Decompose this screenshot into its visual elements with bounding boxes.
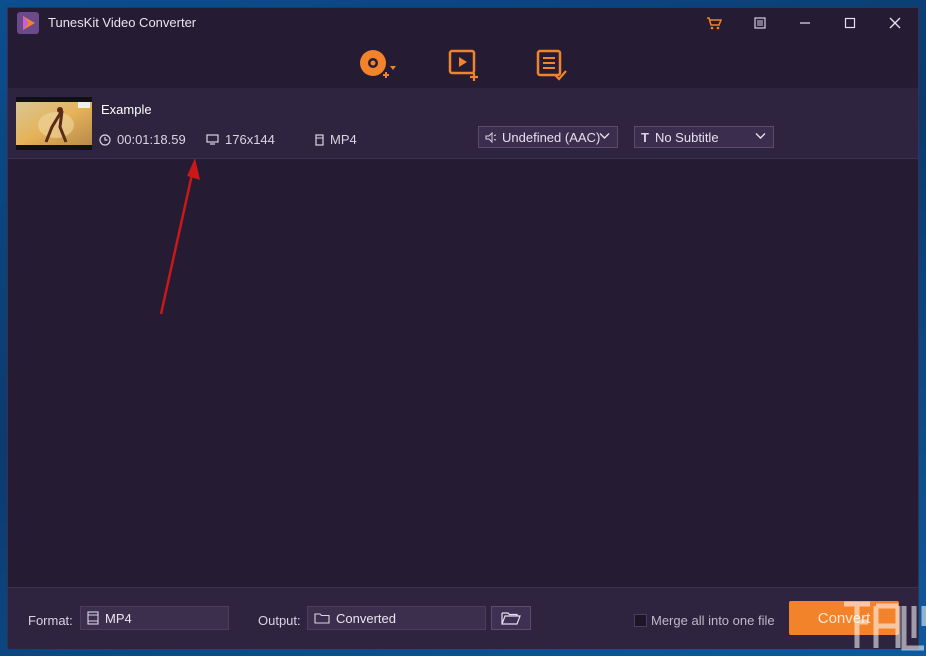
- duration-value: 00:01:18.59: [117, 132, 186, 147]
- duration-info: 00:01:18.59: [99, 132, 186, 147]
- menu-button[interactable]: [750, 13, 770, 33]
- output-folder-value: Converted: [336, 610, 396, 626]
- converted-history-button[interactable]: [535, 48, 571, 82]
- subtitle-dropdown[interactable]: T No Subtitle: [634, 126, 774, 148]
- add-dvd-icon: [360, 50, 396, 78]
- chevron-down-icon: [755, 133, 766, 139]
- cart-icon: [707, 17, 722, 30]
- footer-bar: Format: MP4 Output: Converted Merge all …: [8, 587, 918, 649]
- resolution-info: 176x144: [206, 132, 275, 147]
- output-format-selector[interactable]: MP4: [80, 606, 229, 630]
- resolution-value: 176x144: [225, 132, 275, 147]
- format-label: Format:: [28, 613, 73, 628]
- audio-track-value: Undefined (AAC): [502, 129, 601, 145]
- output-format-value: MP4: [105, 610, 132, 626]
- merge-label: Merge all into one file: [651, 613, 775, 628]
- film-icon: [87, 611, 99, 625]
- close-icon: [889, 17, 901, 29]
- clock-icon: [99, 133, 111, 146]
- add-video-button[interactable]: [448, 48, 484, 82]
- folder-icon: [314, 613, 330, 624]
- file-name: Example: [101, 102, 152, 117]
- audio-track-dropdown[interactable]: Undefined (AAC): [478, 126, 618, 148]
- site-watermark-icon: [844, 601, 926, 651]
- cart-button[interactable]: [704, 13, 724, 33]
- subtitle-value: No Subtitle: [654, 129, 719, 145]
- converted-history-icon: [536, 49, 567, 81]
- open-folder-icon: [501, 612, 521, 625]
- video-thumbnail[interactable]: [16, 97, 92, 150]
- add-dvd-button[interactable]: [358, 48, 396, 82]
- window-title: TunesKit Video Converter: [48, 15, 197, 30]
- format-info: MP4: [315, 132, 357, 147]
- maximize-icon: [844, 17, 856, 29]
- menu-icon: [754, 17, 766, 29]
- minimize-icon: [800, 22, 810, 24]
- speaker-icon: [485, 131, 497, 143]
- subtitle-text-icon: T: [641, 129, 649, 145]
- add-video-icon: [448, 49, 478, 81]
- file-list-item[interactable]: Example 00:01:18.59 176x144 MP4 Undefine…: [8, 88, 918, 159]
- output-folder-field[interactable]: Converted: [307, 606, 486, 630]
- app-window: TunesKit Video Converter Example 00:01:1…: [8, 8, 918, 649]
- chevron-down-icon: [599, 133, 610, 139]
- maximize-button[interactable]: [840, 13, 860, 33]
- file-list-area: [8, 159, 918, 587]
- video-thumbnail-image: [16, 97, 92, 150]
- output-label: Output:: [258, 613, 301, 628]
- merge-checkbox[interactable]: [634, 614, 647, 627]
- browse-folder-button[interactable]: [491, 606, 531, 630]
- app-logo-icon: [17, 12, 39, 34]
- title-bar: TunesKit Video Converter: [8, 8, 918, 38]
- file-format-icon: [315, 133, 324, 146]
- format-value: MP4: [330, 132, 357, 147]
- minimize-button[interactable]: [795, 13, 815, 33]
- toolbar: [8, 38, 918, 88]
- close-button[interactable]: [885, 13, 905, 33]
- monitor-icon: [206, 134, 219, 145]
